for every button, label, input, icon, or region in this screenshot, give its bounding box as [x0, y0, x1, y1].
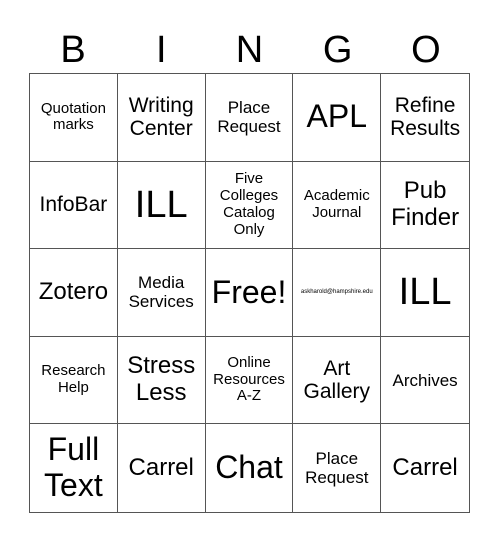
- bingo-card-grid: Quotation marks Writing Center Place Req…: [29, 73, 470, 513]
- bingo-cell[interactable]: Research Help: [30, 336, 118, 425]
- bingo-cell[interactable]: InfoBar: [30, 161, 118, 250]
- header-letter-o: O: [411, 29, 441, 71]
- bingo-cell[interactable]: Media Services: [117, 249, 206, 337]
- bingo-cell[interactable]: APL: [293, 74, 382, 162]
- bingo-cell[interactable]: Place Request: [205, 74, 294, 162]
- bingo-cell[interactable]: askharold@hampshire.edu: [293, 249, 382, 337]
- header-letter-n: N: [235, 29, 264, 71]
- bingo-cell[interactable]: Archives: [381, 337, 469, 425]
- bingo-cell[interactable]: Chat: [206, 424, 294, 512]
- bingo-cell[interactable]: Full Text: [30, 424, 118, 512]
- bingo-cell[interactable]: Carrel: [381, 424, 469, 512]
- bingo-cell[interactable]: Academic Journal: [293, 161, 382, 250]
- bingo-cell[interactable]: Art Gallery: [293, 336, 382, 425]
- bingo-header: B I N G O: [29, 28, 470, 72]
- bingo-cell[interactable]: Stress Less: [117, 336, 206, 425]
- bingo-cell[interactable]: Writing Center: [117, 74, 206, 162]
- free-space-cell[interactable]: Free!: [205, 249, 294, 337]
- header-letter-g: G: [322, 29, 353, 71]
- bingo-cell[interactable]: Quotation marks: [30, 74, 118, 162]
- header-letter-i: I: [156, 29, 167, 71]
- bingo-cell[interactable]: Place Request: [293, 424, 382, 512]
- bingo-cell[interactable]: Pub Finder: [381, 162, 469, 250]
- bingo-cell[interactable]: Zotero: [30, 249, 118, 337]
- bingo-cell[interactable]: ILL: [117, 161, 206, 250]
- bingo-cell[interactable]: ILL: [381, 249, 469, 337]
- header-letter-b: B: [60, 29, 86, 71]
- bingo-cell[interactable]: Five Colleges Catalog Only: [205, 161, 294, 250]
- bingo-cell[interactable]: Refine Results: [381, 74, 469, 162]
- bingo-cell[interactable]: Carrel: [118, 424, 206, 512]
- bingo-cell[interactable]: Online Resources A-Z: [205, 336, 294, 425]
